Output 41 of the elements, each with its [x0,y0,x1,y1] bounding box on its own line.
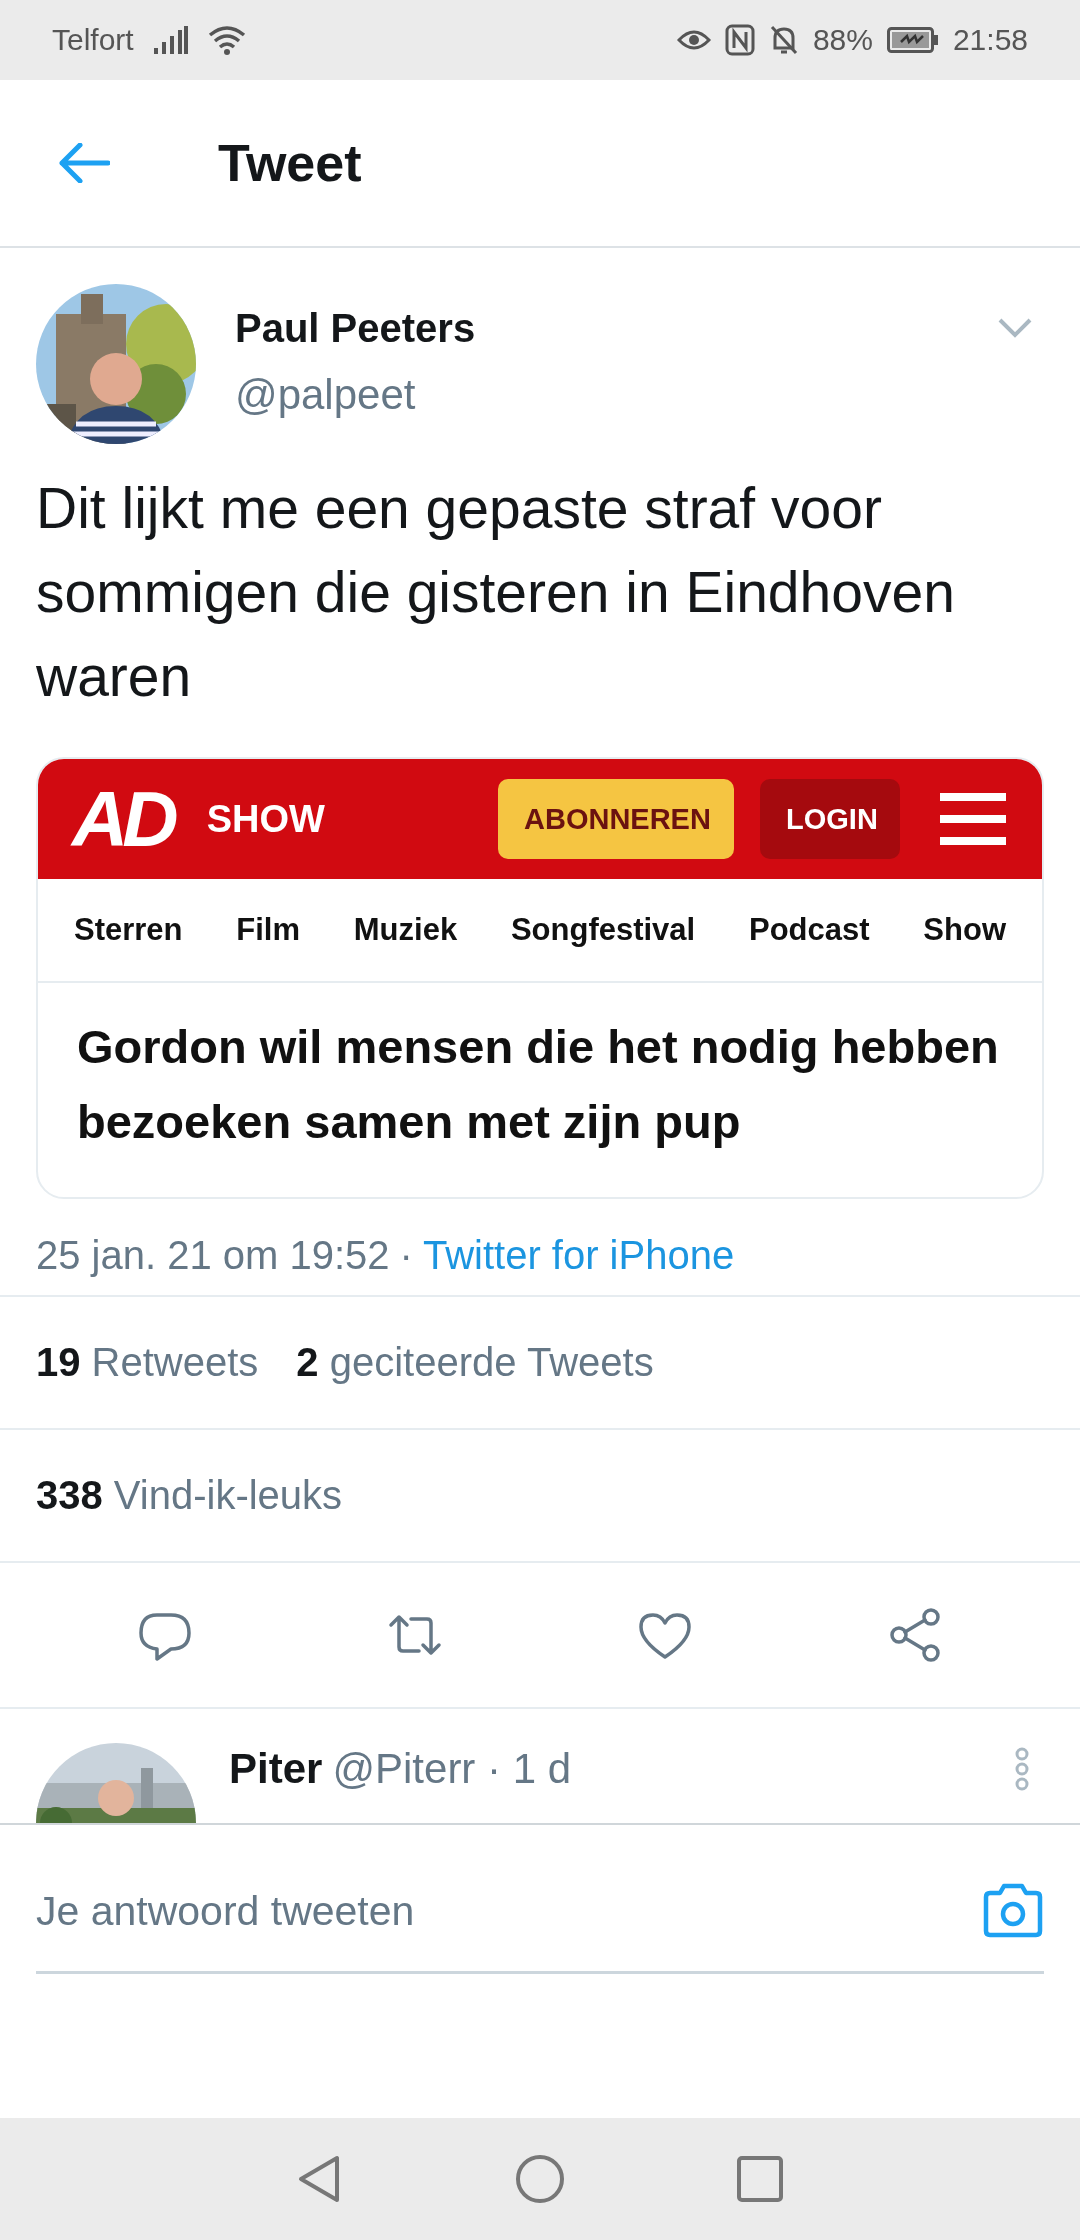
share-icon[interactable] [887,1607,943,1663]
stat-count[interactable]: 19 Retweets [36,1340,259,1385]
nav-link[interactable]: Show [923,912,1006,948]
nav-link[interactable]: Sterren [74,912,183,948]
tweet-text: Dit lijkt me een gepaste straf voor sommigen die gisteren in Eindhoven waren [35,475,956,710]
more-icon[interactable] [1014,1747,1030,1791]
bell-off-icon [768,24,799,56]
nav-link[interactable]: Songfestival [510,912,696,948]
back-button[interactable] [58,143,110,183]
recents-nav-icon[interactable] [735,2154,785,2204]
signal-icon [153,26,188,54]
menu-icon[interactable] [940,792,1006,846]
reply-input-field[interactable]: Je antwoord tweeten [36,1887,982,1935]
nav-link[interactable]: Podcast [748,912,870,948]
chevron-down-icon[interactable] [998,318,1032,338]
clock: 21:58 [952,23,1028,57]
reply-meta: @Piterr · 1 d [332,1745,572,1792]
stat-count[interactable]: 338 Vind-ik-leuks [36,1473,343,1518]
nav-link[interactable]: Film [236,912,301,948]
battery-icon [886,27,939,53]
subscribe-button[interactable]: ABONNEREN [498,779,734,859]
site-logo: AD [72,780,173,858]
link-card[interactable]: AD SHOW ABONNEREN LOGIN Sterren Film Muziek Songfestival Podcast Show Gordon wil mensen die het nodig hebben bezoeken samen met zijn pup [36,757,1044,1199]
article-headline: Gordon wil mensen die het nodig hebben bezoeken samen met zijn pup [76,1019,1000,1150]
stat-count[interactable]: 2 geciteerde Tweets [296,1340,654,1385]
camera-icon[interactable] [982,1883,1044,1939]
author-handle: @palpeet [235,371,417,419]
author-name: Paul Peeters [235,306,477,351]
timestamp: 25 jan. 21 om 19:52 [36,1233,390,1279]
battery-percent: 88% [812,23,873,57]
reply-author-name: Piter [229,1745,323,1792]
eye-icon [676,28,711,52]
home-nav-icon[interactable] [515,2154,565,2204]
wifi-icon [207,25,246,55]
page-title: Tweet [218,133,362,193]
section-title: SHOW [206,797,326,841]
separator-dot: · [399,1233,413,1279]
login-button[interactable]: LOGIN [760,779,900,859]
carrier-name: Telfort [52,23,134,57]
nfc-icon [724,24,755,56]
nav-link[interactable]: Muziek [353,912,458,948]
